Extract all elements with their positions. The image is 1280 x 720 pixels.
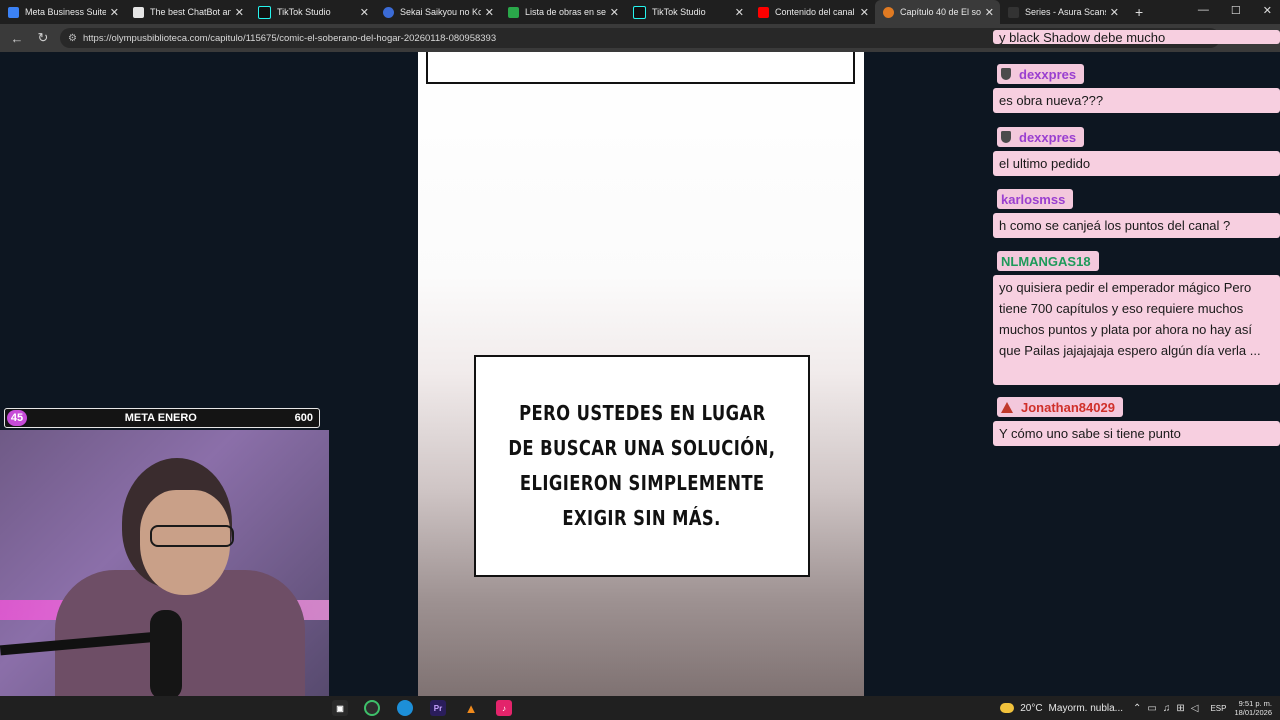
chat-username: NLMANGAS18 <box>997 251 1099 271</box>
system-tray: 20°C Mayorm. nubla... ⌃▭♫⊞◁ ESP 9:51 p. … <box>1000 696 1272 720</box>
speech-line: PERO USTEDES EN LUGAR <box>518 401 766 425</box>
tab-lista-de-obras[interactable]: Lista de obras en seguir ✕ <box>500 0 625 24</box>
chrome-icon[interactable] <box>364 700 380 716</box>
manga-reader-panel[interactable]: PERO USTEDES EN LUGAR DE BUSCAR UNA SOLU… <box>418 52 864 696</box>
username-text: dexxpres <box>1019 129 1077 145</box>
close-icon[interactable]: ✕ <box>235 6 244 19</box>
url-text: https://olympusbiblioteca.com/capitulo/1… <box>82 32 497 44</box>
temperature: 20°C <box>1020 702 1043 714</box>
tab-label: The best ChatBot and W <box>150 7 231 17</box>
close-window-icon[interactable]: ✕ <box>1263 4 1272 17</box>
username-text: karlosmss <box>1001 191 1066 207</box>
close-icon[interactable]: ✕ <box>610 6 619 19</box>
window-controls: — ☐ ✕ <box>1198 4 1272 17</box>
chat-username: dexxpres <box>997 64 1085 84</box>
tab-label: TikTok Studio <box>652 7 706 17</box>
tab-tiktok-studio[interactable]: TikTok Studio ✕ <box>250 0 375 24</box>
olympus-icon <box>883 6 894 18</box>
reload-icon[interactable]: ↻ <box>34 30 52 46</box>
tiktok-icon <box>258 5 271 19</box>
glasses <box>150 525 234 547</box>
sheets-icon <box>508 6 519 18</box>
clock-time: 9:51 p. m. <box>1238 699 1272 708</box>
close-icon[interactable]: ✕ <box>485 6 494 19</box>
username-text: dexxpres <box>1019 66 1077 82</box>
speech-line: EXIGIR SIN MÁS. <box>562 506 722 530</box>
close-icon[interactable]: ✕ <box>360 6 369 19</box>
speech-line: DE BUSCAR UNA SOLUCIÓN, <box>508 436 776 460</box>
maximize-icon[interactable]: ☐ <box>1231 4 1241 17</box>
tiktok-live-icon[interactable]: ♪ <box>496 700 512 716</box>
tab-label: Capítulo 40 de El sobera <box>900 7 981 17</box>
tab-label: Contenido del canal - Yo <box>775 7 856 17</box>
chat-username: karlosmss <box>997 189 1074 209</box>
speech-line: ELIGIERON SIMPLEMENTE <box>519 471 765 495</box>
tab-label: Lista de obras en seguir <box>525 7 606 17</box>
microphone <box>150 610 182 696</box>
premiere-icon[interactable]: Pr <box>430 700 446 716</box>
chat-text: es obra nueva??? <box>993 88 1280 113</box>
chat-username: Jonathan84029 <box>997 397 1123 417</box>
minimize-icon[interactable]: — <box>1198 4 1209 17</box>
goal-title: META ENERO <box>124 412 197 424</box>
weather-text[interactable]: Mayorm. nubla... <box>1049 703 1123 714</box>
goal-current-count: 45 <box>7 410 27 426</box>
site-info-icon[interactable]: ⚙ <box>68 33 77 44</box>
tab-label: Sekai Saikyou no Kouei <box>400 7 481 17</box>
username-text: NLMANGAS18 <box>1001 253 1091 269</box>
tab-label: TikTok Studio <box>277 7 331 17</box>
tiktok-icon <box>633 5 646 19</box>
goal-progress-bar: 45 META ENERO 600 <box>4 408 320 428</box>
speech-box: PERO USTEDES EN LUGAR DE BUSCAR UNA SOLU… <box>474 355 810 577</box>
chat-text: el ultimo pedido <box>993 151 1280 176</box>
language-indicator[interactable]: ESP <box>1210 704 1226 713</box>
asura-icon <box>1008 6 1019 18</box>
chat-text: h como se canjeá los puntos del canal ? <box>993 213 1280 238</box>
chat-text: Y cómo uno sabe si tiene punto <box>993 421 1280 446</box>
tab-chatbot[interactable]: The best ChatBot and W ✕ <box>125 0 250 24</box>
close-icon[interactable]: ✕ <box>110 6 119 19</box>
moderator-shield-icon <box>1001 68 1011 80</box>
browser-tab-strip: Meta Business Suite ✕ The best ChatBot an… <box>0 0 1280 24</box>
tab-meta-business-suite[interactable]: Meta Business Suite ✕ <box>0 0 125 24</box>
youtube-icon <box>758 6 769 18</box>
tab-asura-scans[interactable]: Series - Asura Scans ✕ <box>1000 0 1125 24</box>
username-text: Jonathan84029 <box>1021 399 1115 415</box>
webcam-feed <box>0 430 329 696</box>
clock[interactable]: 9:51 p. m. 18/01/2026 <box>1234 699 1272 717</box>
tab-sekai-saikyou[interactable]: Sekai Saikyou no Kouei ✕ <box>375 0 500 24</box>
goal-target: 600 <box>294 412 313 424</box>
chat-text: yo quisiera pedir el emperador mágico Pe… <box>993 275 1280 385</box>
tray-system-icons[interactable]: ⌃▭♫⊞◁ <box>1133 703 1204 714</box>
tab-capitulo-40[interactable]: Capítulo 40 de El sobera ✕ <box>875 0 1000 24</box>
top-speech-box <box>426 52 855 84</box>
tab-tiktok-studio-2[interactable]: TikTok Studio ✕ <box>625 0 750 24</box>
discord-icon <box>383 6 394 18</box>
close-icon[interactable]: ✕ <box>1110 6 1119 19</box>
chatbot-icon <box>133 6 144 18</box>
weather-icon <box>1000 703 1015 713</box>
meta-icon <box>8 6 19 18</box>
edge-icon[interactable] <box>397 700 413 716</box>
back-icon[interactable]: ← <box>8 31 26 46</box>
taskbar-app-icon[interactable]: ▣ <box>332 700 348 716</box>
tab-label: Meta Business Suite <box>25 7 106 17</box>
tab-youtube-contenido[interactable]: Contenido del canal - Yo ✕ <box>750 0 875 24</box>
chat-text: y black Shadow debe mucho <box>993 30 1280 44</box>
new-tab-icon[interactable]: + <box>1135 4 1143 20</box>
clock-date: 18/01/2026 <box>1234 708 1272 717</box>
chat-username: dexxpres <box>997 127 1085 147</box>
close-icon[interactable]: ✕ <box>860 6 869 19</box>
close-icon[interactable]: ✕ <box>735 6 744 19</box>
windows-taskbar: ▣ Pr ▲ ♪ 20°C Mayorm. nubla... ⌃▭♫⊞◁ ESP… <box>0 696 1280 720</box>
tab-label: Series - Asura Scans <box>1025 7 1106 17</box>
close-icon[interactable]: ✕ <box>985 6 994 19</box>
warning-icon <box>1001 401 1013 413</box>
vlc-icon[interactable]: ▲ <box>463 700 479 716</box>
moderator-shield-icon <box>1001 131 1011 143</box>
